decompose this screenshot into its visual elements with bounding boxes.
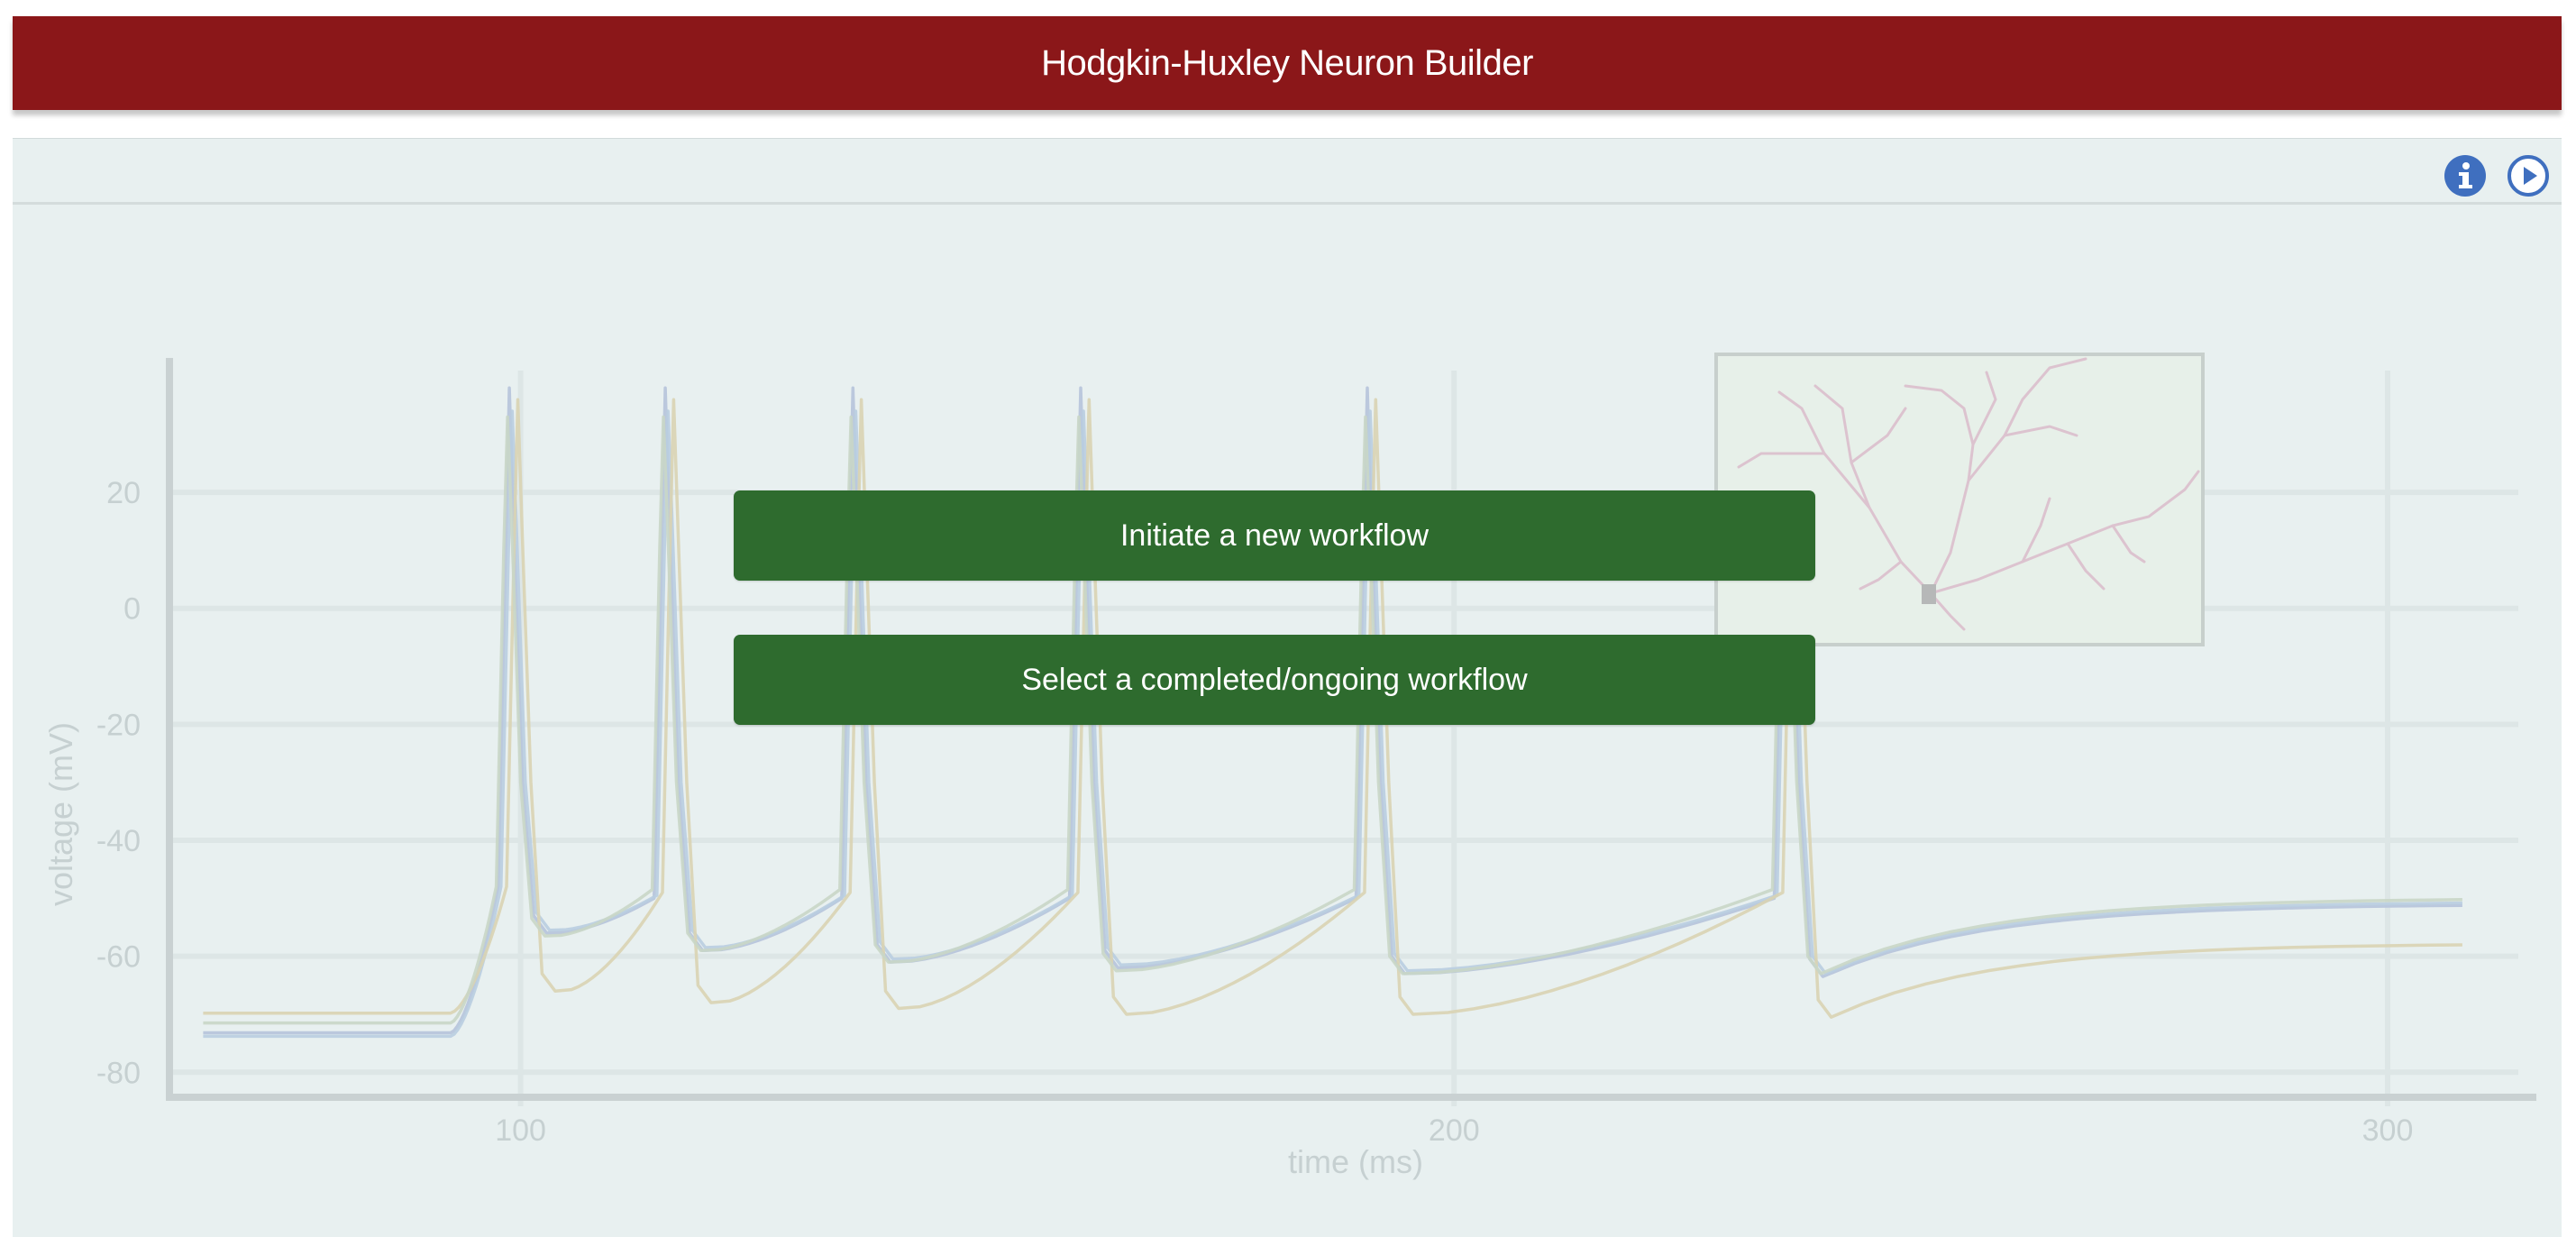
y-tick-label: -60 <box>96 940 141 975</box>
y-tick-label: -40 <box>96 824 141 858</box>
y-tick-label: 20 <box>106 476 141 510</box>
app-header: Hodgkin-Huxley Neuron Builder <box>13 16 2562 110</box>
y-tick-label: 0 <box>123 592 141 627</box>
x-tick-label: 300 <box>2362 1113 2414 1148</box>
play-circle-icon[interactable] <box>2507 154 2550 197</box>
y-axis-label: voltage (mV) <box>42 722 79 906</box>
app-title: Hodgkin-Huxley Neuron Builder <box>1041 42 1533 83</box>
x-axis-label: time (ms) <box>1288 1143 1423 1180</box>
select-workflow-button[interactable]: Select a completed/ongoing workflow <box>734 635 1815 725</box>
info-icon[interactable] <box>2444 154 2487 197</box>
toolbar <box>13 138 2562 205</box>
x-tick-label: 200 <box>1429 1113 1480 1148</box>
x-tick-label: 100 <box>495 1113 546 1148</box>
soma-marker <box>1922 584 1936 604</box>
y-tick-label: -20 <box>96 708 141 742</box>
y-tick-label: -80 <box>96 1056 141 1090</box>
initiate-new-workflow-button[interactable]: Initiate a new workflow <box>734 490 1815 581</box>
